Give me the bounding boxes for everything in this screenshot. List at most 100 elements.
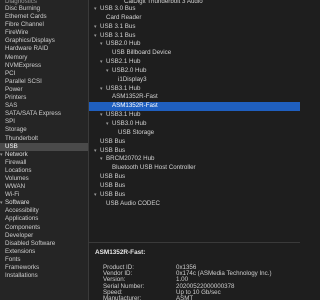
sidebar-item-pci[interactable]: PCI (0, 70, 88, 78)
sidebar-item-label: FireWire (5, 29, 29, 37)
property-value: ASMT (176, 295, 194, 300)
sidebar-item-disabled-software[interactable]: Disabled Software (0, 240, 88, 248)
sidebar-item-label: Thunderbolt (5, 134, 39, 142)
tree-row-label: Card Reader (106, 13, 142, 21)
sidebar-item-label: NVMExpress (5, 61, 42, 69)
sidebar-item-disc-burning[interactable]: Disc Burning (0, 5, 88, 13)
tree-row[interactable]: USB Storage (89, 129, 300, 138)
tree-row[interactable]: Card Reader (89, 14, 300, 23)
tree-row[interactable]: Bluetooth USB Host Controller (89, 164, 300, 173)
tree-row[interactable]: ▾ USB2.1 Hub (89, 58, 300, 67)
sidebar-item-label: Ethernet Cards (5, 13, 47, 21)
sidebar-item-label: Installations (5, 272, 38, 280)
sidebar-item-firewire[interactable]: FireWire (0, 29, 88, 37)
tree-row-label: USB Audio CODEC (106, 199, 160, 207)
sidebar-item-applications[interactable]: Applications (0, 215, 88, 223)
tree-row[interactable]: ▾ USB2.0 Hub (89, 40, 300, 49)
sidebar-item-label: Power (5, 85, 23, 93)
tree-row[interactable]: ▾ USB 3.0 Bus (89, 5, 300, 14)
sidebar-item-label: SAS (5, 102, 18, 110)
sidebar-item-nvmexpress[interactable]: NVMExpress (0, 62, 88, 70)
tree-row[interactable]: ▾ BRCM20702 Hub (89, 155, 300, 164)
sidebar-item-storage[interactable]: Storage (0, 126, 88, 134)
sidebar-item-label: Fonts (5, 255, 21, 263)
sidebar-item-label: Firewall (5, 158, 27, 166)
sidebar-item-label: Extensions (5, 247, 36, 255)
detail-title: ASM1352R-Fast: (95, 249, 146, 256)
sidebar-item-installations[interactable]: Installations (0, 272, 88, 280)
sidebar-item-power[interactable]: Power (0, 86, 88, 94)
sidebar-item-spi[interactable]: SPI (0, 118, 88, 126)
sidebar-item-label: Network (5, 150, 28, 158)
sidebar-item-fibre-channel[interactable]: Fibre Channel (0, 21, 88, 29)
tree-row[interactable]: ASM1352R-Fast (89, 93, 300, 102)
tree-row-label: USB3.0 Hub (112, 119, 147, 127)
property-key: Manufacturer: (103, 295, 142, 300)
tree-row-label: USB2.1 Hub (106, 58, 141, 66)
sidebar-item-hardware-raid[interactable]: Hardware RAID (0, 45, 88, 53)
sidebar-item-label: Developer (5, 231, 34, 239)
sidebar-item-label: Disabled Software (5, 239, 56, 247)
tree-row[interactable]: ▾ USB Bus (89, 147, 300, 156)
tree-row-label: ASM1352R-Fast (112, 102, 158, 110)
sidebar-item-frameworks[interactable]: Frameworks (0, 264, 88, 272)
sidebar-item-label: Software (5, 199, 30, 207)
tree-row-label: ASM1352R-Fast (112, 93, 158, 101)
tree-row[interactable]: ▾ USB3.0 Hub (89, 120, 300, 129)
sidebar-item-printers[interactable]: Printers (0, 94, 88, 102)
sidebar-item-wi-fi[interactable]: Wi-Fi (0, 191, 88, 199)
sidebar-item-sas[interactable]: SAS (0, 102, 88, 110)
tree-row[interactable]: ASM1352R-Fast (89, 102, 300, 112)
tree-row-label: i1Display3 (118, 75, 147, 83)
tree-row-label: USB3.1 Hub (106, 111, 141, 119)
sidebar-item-label: SPI (5, 118, 15, 126)
sidebar-item-label: Components (5, 223, 41, 231)
sidebar-item-label: Printers (5, 94, 27, 102)
tree-row-label: BRCM20702 Hub (106, 155, 155, 163)
sidebar-item-label: Frameworks (5, 264, 40, 271)
tree-row-label: USB 3.1 Bus (100, 31, 136, 39)
sidebar-item-fonts[interactable]: Fonts (0, 256, 88, 264)
sidebar-item-components[interactable]: Components (0, 224, 88, 232)
sidebar-item-graphics-displays[interactable]: Graphics/Displays (0, 37, 88, 45)
sidebar-item-label: Memory (5, 53, 28, 61)
sidebar-item-accessibility[interactable]: Accessibility (0, 207, 88, 215)
tree-row[interactable]: ▾ USB Bus (89, 191, 300, 200)
tree-row[interactable]: ▾ USB3.1 Hub (89, 111, 300, 120)
sidebar-item-label: Locations (5, 166, 32, 174)
tree-row-label: USB Bus (100, 137, 126, 145)
tree-row-label: USB Storage (118, 128, 155, 136)
tree-row[interactable]: ▾ USB2.0 Hub (89, 67, 300, 76)
sidebar-item-parallel-scsi[interactable]: Parallel SCSI (0, 78, 88, 86)
tree-row-label: USB Bus (100, 190, 126, 198)
sidebar-item-wwan[interactable]: WWAN (0, 183, 88, 191)
sidebar-item-developer[interactable]: Developer (0, 232, 88, 240)
sidebar-item-label: Hardware RAID (5, 45, 49, 53)
sidebar-item-volumes[interactable]: Volumes (0, 175, 88, 183)
sidebar-item-label: Wi-Fi (5, 191, 20, 199)
sidebar-item-locations[interactable]: Locations (0, 167, 88, 175)
tree-row[interactable]: ▾ USB3.1 Hub (89, 85, 300, 94)
sidebar-item-network[interactable]: ▾ Network (0, 151, 88, 159)
sidebar-item-extensions[interactable]: Extensions (0, 248, 88, 256)
tree-row-label: USB Bus (100, 146, 126, 154)
sidebar-item-firewall[interactable]: Firewall (0, 159, 88, 167)
tree-row[interactable]: USB Bus (89, 182, 300, 191)
property-row: Manufacturer: ASMT (103, 295, 298, 300)
sidebar-item-memory[interactable]: Memory (0, 54, 88, 62)
tree-row[interactable]: USB Billboard Device (89, 49, 300, 58)
tree-row-label: USB Billboard Device (112, 49, 172, 57)
sidebar-item-thunderbolt[interactable]: Thunderbolt (0, 135, 88, 143)
sidebar-item-usb[interactable]: USB (0, 142, 88, 151)
tree-row[interactable]: ▾ USB 3.1 Bus (89, 23, 300, 32)
sidebar-item-ethernet-cards[interactable]: Ethernet Cards (0, 13, 88, 21)
sidebar-item-sata-sata-express[interactable]: SATA/SATA Express (0, 110, 88, 118)
tree-row-label: USB Bus (100, 181, 126, 189)
tree-row[interactable]: USB Bus (89, 138, 300, 147)
tree-row[interactable]: i1Display3 (89, 76, 300, 85)
tree-row[interactable]: ▾ USB 3.1 Bus (89, 32, 300, 41)
sidebar-item-software[interactable]: ▾ Software (0, 199, 88, 207)
tree-row[interactable]: USB Bus (89, 173, 300, 182)
tree-row-label: USB 3.1 Bus (100, 22, 136, 30)
tree-row[interactable]: USB Audio CODEC (89, 200, 300, 209)
